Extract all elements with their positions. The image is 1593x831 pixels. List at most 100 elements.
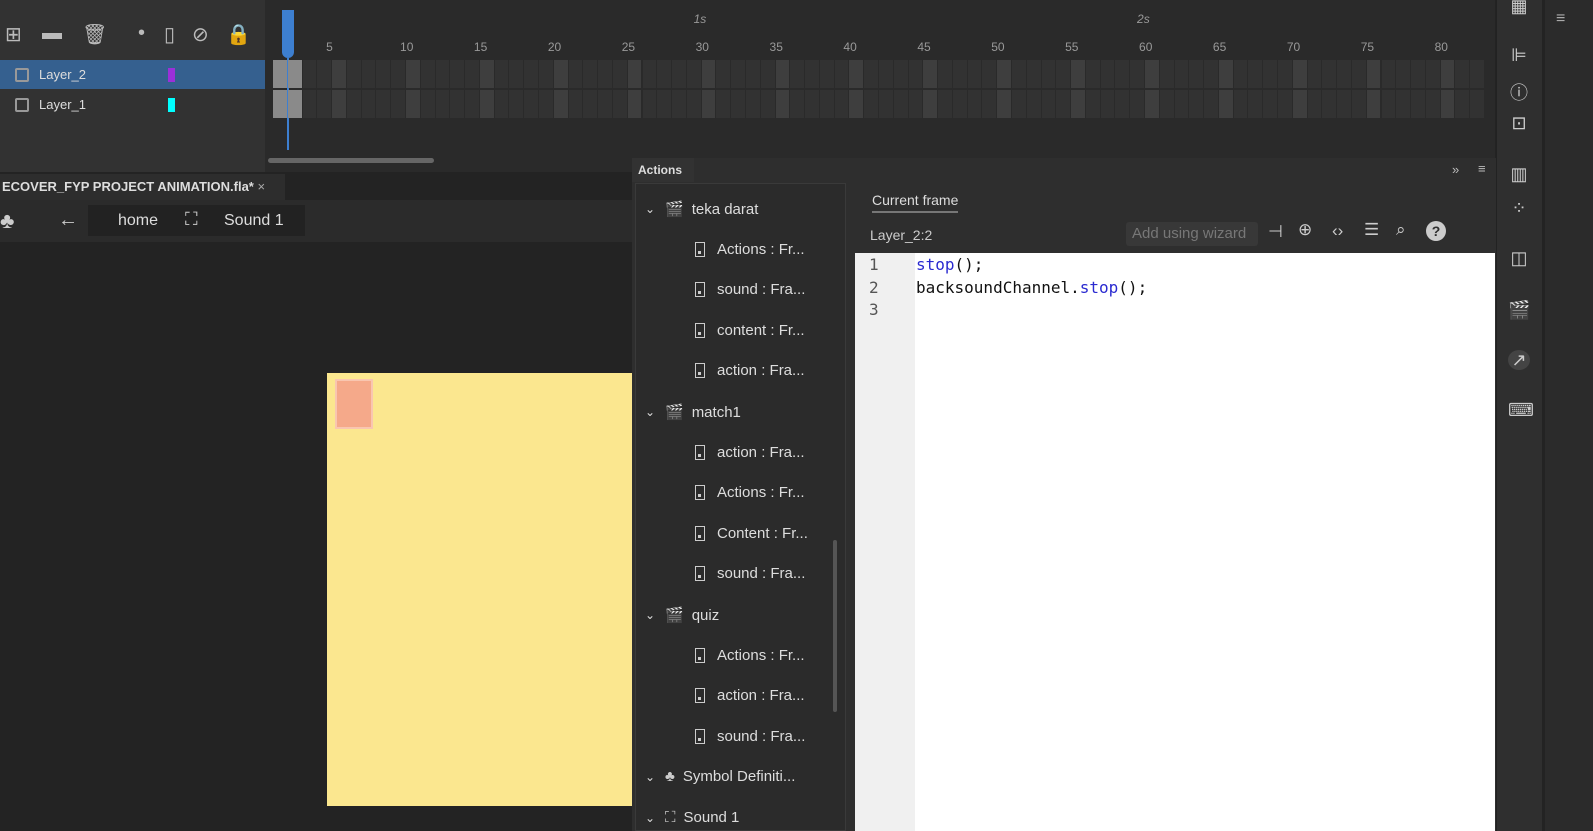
frame-cell[interactable] [1337,60,1351,88]
frame-cell[interactable] [849,60,864,88]
tree-scene-item[interactable]: ⌄ 🎬 quiz [635,606,719,625]
layer-color-swatch[interactable] [168,67,175,82]
frame-cell[interactable] [923,60,938,88]
frame-cell[interactable] [686,90,701,118]
frame-cell[interactable] [893,60,908,88]
tree-frame-item[interactable]: Actions : Fr... [695,241,805,258]
frame-cell[interactable] [938,90,952,118]
frame-cell[interactable] [1026,60,1041,88]
chevron-down-icon[interactable]: ⌄ [635,405,665,419]
frame-cell[interactable] [361,90,376,118]
frame-cell[interactable] [805,60,819,88]
frame-cell[interactable] [346,60,361,88]
frame-cell[interactable] [568,90,583,118]
frame-cell[interactable] [539,60,553,88]
frame-cell[interactable] [1425,60,1440,88]
frame-cell[interactable] [1145,90,1159,118]
frame-cell[interactable] [1292,60,1307,88]
frame-cell[interactable] [376,60,391,88]
breadcrumb-symbol[interactable]: Sound 1 [224,212,284,230]
frame-cell[interactable] [1130,60,1144,88]
frame-cell[interactable] [967,60,982,88]
frame-cell[interactable] [1056,60,1071,88]
frame-cell[interactable] [1440,90,1455,118]
tree-frame-item[interactable]: action : Fra... [695,362,805,379]
tree-symbols-item[interactable]: ⌄ ♣ Symbol Definiti... [635,768,795,785]
frame-cell[interactable] [1159,60,1174,88]
frame-cell[interactable] [583,90,598,118]
frame-cell[interactable] [701,90,716,118]
tree-scene-item[interactable]: ⌄ 🎬 match1 [635,403,741,422]
frame-cell[interactable] [923,90,938,118]
frame-cell[interactable] [465,90,479,118]
chevron-down-icon[interactable]: ⌄ [635,811,665,825]
frame-cell[interactable] [1366,90,1381,118]
frame-cell[interactable] [790,90,805,118]
layer-row[interactable]: Layer_1 [0,90,265,119]
search-icon[interactable]: ⌕ [1396,220,1406,240]
frame-cell[interactable] [302,90,317,118]
frame-cell[interactable] [1411,60,1425,88]
frame-cell[interactable] [302,60,317,88]
frame-cell[interactable] [952,60,967,88]
frame-cell[interactable] [1041,60,1056,88]
frame-cell[interactable] [494,90,509,118]
library-icon[interactable]: ▥ [1508,164,1530,184]
frame-cell[interactable] [509,60,524,88]
timeline-scrollbar[interactable] [268,158,434,163]
frame-cell[interactable] [406,60,420,88]
frame-cell[interactable] [1292,90,1307,118]
folder-icon[interactable]: ▬ [42,22,62,45]
frame-cell[interactable] [627,90,642,118]
code-snippets-panel-icon[interactable]: ⌨ [1508,400,1534,420]
stage-canvas[interactable] [327,373,633,806]
panel-menu-icon[interactable]: ≡ [1478,161,1486,176]
frame-cell[interactable] [1248,90,1263,118]
frame-cell[interactable] [864,60,878,88]
frame-cell[interactable] [376,90,391,118]
chevron-down-icon[interactable]: ⌄ [635,608,665,622]
layer-name[interactable]: Layer_2 [39,67,86,82]
frame-cell[interactable] [642,90,657,118]
frame-cell[interactable] [1425,90,1440,118]
frame-cell[interactable] [317,60,332,88]
frame-cell[interactable] [1396,60,1411,88]
frame-cell[interactable] [1204,90,1218,118]
tree-frame-item[interactable]: sound : Fra... [695,565,805,582]
playhead[interactable] [282,10,294,58]
frame-cell[interactable] [982,90,997,118]
frame-cell[interactable] [967,90,982,118]
frame-cell[interactable] [1351,90,1366,118]
tree-frame-item[interactable]: action : Fra... [695,687,805,704]
tree-frame-item[interactable]: content : Fr... [695,322,805,339]
frame-cell[interactable] [465,60,479,88]
frame-cell[interactable] [1366,60,1381,88]
back-button[interactable]: ← [58,209,78,232]
outline-icon[interactable]: ▯ [164,22,175,47]
frame-cell[interactable] [553,60,568,88]
frame-cell[interactable] [287,60,302,88]
frame-cell[interactable] [612,60,627,88]
frame-cell[interactable] [391,60,405,88]
frame-cell[interactable] [716,90,731,118]
frame-cell[interactable] [346,90,361,118]
swatches-icon[interactable]: ▦ [1508,0,1530,16]
navigator-scrollbar[interactable] [833,540,837,712]
frame-cell[interactable] [1381,60,1396,88]
frame-cell[interactable] [1130,90,1144,118]
frame-cell[interactable] [908,90,923,118]
frame-cell[interactable] [1218,90,1233,118]
frame-cell[interactable] [834,90,849,118]
frame-cell[interactable] [273,90,287,118]
frame-cell[interactable] [908,60,923,88]
frame-cell[interactable] [420,60,435,88]
frame-cell[interactable] [273,60,287,88]
frame-cell[interactable] [1189,90,1204,118]
tree-frame-item[interactable]: sound : Fra... [695,728,805,745]
frame-cell[interactable] [1278,90,1292,118]
frame-cell[interactable] [361,60,376,88]
help-icon[interactable]: ? [1426,221,1446,241]
frame-cell[interactable] [1278,60,1292,88]
frame-cell[interactable] [1174,60,1189,88]
motion-editor-icon[interactable]: ↗ [1508,350,1530,370]
